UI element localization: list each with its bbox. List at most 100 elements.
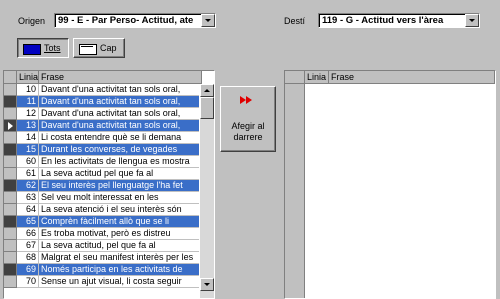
row-linia: 14 [17,132,39,144]
right-header-linia: Linia [305,71,329,84]
scroll-thumb[interactable] [200,97,214,119]
table-row[interactable]: 64 La seva atenció i el seu interès són [4,204,214,216]
row-indicator[interactable] [4,276,17,288]
table-row[interactable]: 61 La seva actitud pel que fa al [4,168,214,180]
row-frase: En les activitats de llengua es mostra [39,156,199,168]
row-linia: 69 [17,264,39,276]
desti-select[interactable]: 119 - G - Actitud vers l'àrea [318,13,480,28]
origen-value: 99 - E - Par Perso- Actitud, ate [58,15,194,26]
row-linia: 10 [17,84,39,96]
row-linia: 67 [17,240,39,252]
row-frase: Sel veu molt interessat en les [39,192,199,204]
table-row[interactable]: 69 Només participa en les activitats de [4,264,214,276]
row-linia: 68 [17,252,39,264]
row-indicator[interactable] [4,108,17,120]
scroll-up-arrow-icon[interactable] [200,84,214,97]
desti-value: 119 - G - Actitud vers l'àrea [322,15,444,26]
row-indicator[interactable] [4,252,17,264]
row-frase: Li costa entendre què se li demana [39,132,199,144]
desti-dropdown-chevron-down-icon[interactable] [465,14,479,27]
desti-label: Destí [284,16,306,26]
vertical-scrollbar[interactable] [200,84,214,298]
origen-label: Origen [18,16,46,26]
row-linia: 12 [17,108,39,120]
row-indicator[interactable] [4,156,17,168]
row-indicator[interactable] [4,96,17,108]
right-header-frase: Frase [329,71,495,84]
table-row[interactable]: 15 Durant les converses, de vegades [4,144,214,156]
row-indicator[interactable] [4,168,17,180]
row-linia: 61 [17,168,39,180]
row-linia: 15 [17,144,39,156]
row-linia: 60 [17,156,39,168]
row-indicator[interactable] [4,264,17,276]
row-frase: La seva atenció i el seu interès són [39,204,199,216]
row-frase: La seva actitud, pel que fa al [39,240,199,252]
row-linia: 64 [17,204,39,216]
origen-select[interactable]: 99 - E - Par Perso- Actitud, ate [54,13,216,28]
table-row[interactable]: 14 Li costa entendre què se li demana [4,132,214,144]
row-frase: Sense un ajut visual, li costa seguir [39,276,199,288]
table-row[interactable]: 63 Sel veu molt interessat en les [4,192,214,204]
row-linia: 63 [17,192,39,204]
row-indicator[interactable] [4,180,17,192]
row-indicator[interactable] [4,84,17,96]
row-indicator[interactable] [4,120,17,132]
right-header-indicator [285,71,305,84]
row-frase: Es troba motivat, però es distreu [39,228,199,240]
select-none-button[interactable]: Cap [73,38,125,58]
double-arrow-right-icon [240,96,252,104]
row-linia: 11 [17,96,39,108]
add-to-end-button[interactable]: Afegir al darrere [220,86,276,152]
row-indicator[interactable] [4,132,17,144]
table-row[interactable]: 66 Es troba motivat, però es distreu [4,228,214,240]
row-indicator[interactable] [4,204,17,216]
row-linia: 70 [17,276,39,288]
select-none-label: Cap [100,43,117,53]
destination-phrases-grid[interactable]: Linia Frase [284,70,496,299]
table-row[interactable]: 65 Comprèn fàcilment allò que se li [4,216,214,228]
row-frase: La seva actitud pel que fa al [39,168,199,180]
current-row-arrow-icon [8,122,13,130]
add-button-label-line2: darrere [233,132,263,142]
row-indicator[interactable] [4,228,17,240]
table-row[interactable]: 60 En les activitats de llengua es mostra [4,156,214,168]
header-indicator [4,71,17,84]
table-row[interactable]: 12 Davant d'una activitat tan sols oral, [4,108,214,120]
select-none-icon-line [81,46,93,47]
row-linia: 66 [17,228,39,240]
row-indicator[interactable] [4,240,17,252]
row-linia: 65 [17,216,39,228]
add-button-label-line1: Afegir al [231,121,265,131]
row-frase: Comprèn fàcilment allò que se li [39,216,199,228]
row-frase: Davant d'una activitat tan sols oral, [39,84,199,96]
row-frase: Davant d'una activitat tan sols oral, [39,120,199,132]
row-linia: 62 [17,180,39,192]
select-all-button[interactable]: Tots [17,38,69,58]
row-frase: Només participa en les activitats de [39,264,199,276]
table-row[interactable]: 62 El seu interès pel llenguatge l'ha fet [4,180,214,192]
header-linia: Linia [17,71,39,84]
row-indicator[interactable] [4,192,17,204]
row-frase: Malgrat el seu manifest interès per les [39,252,199,264]
row-frase: El seu interès pel llenguatge l'ha fet [39,180,199,192]
scroll-down-arrow-icon[interactable] [200,278,214,291]
row-linia: 13 [17,120,39,132]
table-row[interactable]: 67 La seva actitud, pel que fa al [4,240,214,252]
select-all-icon [23,44,41,55]
table-row[interactable]: 10 Davant d'una activitat tan sols oral, [4,84,214,96]
origen-dropdown-chevron-down-icon[interactable] [201,14,215,27]
row-frase: Davant d'una activitat tan sols oral, [39,96,199,108]
select-all-label: Tots [44,43,61,53]
table-row[interactable]: 13 Davant d'una activitat tan sols oral, [4,120,214,132]
row-frase: Durant les converses, de vegades [39,144,199,156]
right-indicator-column [285,84,305,298]
table-row[interactable]: 70 Sense un ajut visual, li costa seguir [4,276,214,288]
header-frase: Frase [39,71,202,84]
source-phrases-grid[interactable]: Linia Frase 10 Davant d'una activitat tan… [3,70,215,299]
table-row[interactable]: 68 Malgrat el seu manifest interès per le… [4,252,214,264]
row-frase: Davant d'una activitat tan sols oral, [39,108,199,120]
row-indicator[interactable] [4,144,17,156]
row-indicator[interactable] [4,216,17,228]
table-row[interactable]: 11 Davant d'una activitat tan sols oral, [4,96,214,108]
